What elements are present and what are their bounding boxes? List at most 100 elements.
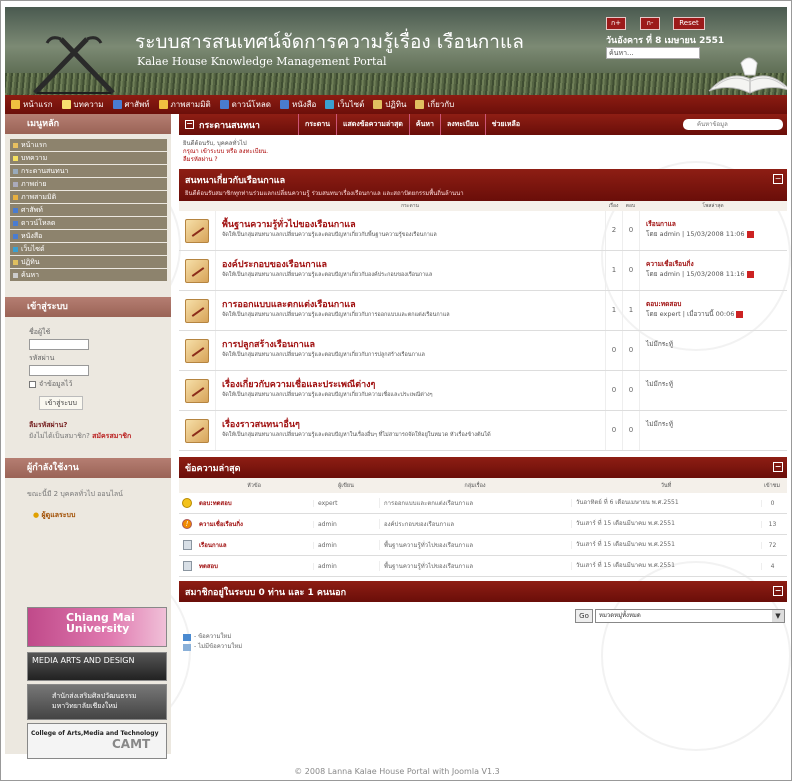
last-post-title[interactable]: ตอบ:ทดสอบ (646, 299, 787, 309)
menu-item-books[interactable]: หนังสือ (10, 230, 167, 242)
go-to-post-icon[interactable] (746, 230, 754, 238)
go-button[interactable]: Go (575, 609, 593, 623)
jump-selected: หมวดหมู่ทั้งหมด (599, 612, 641, 619)
site-title: ระบบสารสนเทศน์จัดการความรู้เรื่อง เรือนก… (135, 31, 524, 53)
globe-icon (325, 100, 335, 109)
board-title[interactable]: เรื่องราวสนทนาอื่นๆ (222, 417, 601, 431)
tab-latest[interactable]: แสดงข้อความล่าสุด (335, 114, 409, 135)
nav-item-home[interactable]: หน้าแรก (11, 98, 53, 111)
tab-help[interactable]: ช่วยเหลือ (484, 114, 526, 135)
board-title[interactable]: การออกแบบและตกแต่งเรือนกาแล (222, 297, 601, 311)
post-board[interactable]: การออกแบบและตกแต่งเรือนกาแล (379, 498, 571, 508)
banner-media-arts[interactable]: MEDIA ARTS AND DESIGN (27, 652, 167, 681)
login-button[interactable]: เข้าสู่ระบบ (39, 396, 83, 410)
board-title[interactable]: การปลูกสร้างเรือนกาแล (222, 337, 601, 351)
post-board[interactable]: องค์ประกอบของเรือนกาแล (379, 519, 571, 529)
last-post-by: โดย expert | เมื่อวานนี้ 00:06 (646, 310, 735, 318)
login-register-prompt[interactable]: กรุณา เข้าระบบ หรือ ลงทะเบียน. (183, 148, 787, 156)
collapse-icon[interactable]: − (773, 462, 783, 472)
post-date: วันอาทิตย์ ที่ 6 เดือนเมษายน พ.ศ.2551 (571, 499, 761, 507)
forum-search-input[interactable]: ค้นหาข้อมูล (683, 119, 783, 130)
online-user-label: ผู้ดูแลระบบ (41, 511, 76, 519)
forum-tabs: กระดาน แสดงข้อความล่าสุด ค้นหา ลงทะเบียน… (297, 114, 526, 135)
pencil-icon (158, 100, 168, 109)
latest-post-row: เรือนกาแล admin พื้นฐานความรู้ทั่วไปของเรื… (179, 535, 787, 556)
nav-item-websites[interactable]: เว็บไซต์ (325, 98, 364, 111)
tab-boards[interactable]: กระดาน (297, 114, 336, 135)
nav-item-calendar[interactable]: ปฏิทิน (373, 98, 406, 111)
board-title[interactable]: พื้นฐานความรู้ทั่วไปของเรือนกาแล (222, 217, 601, 231)
site-header: ระบบสารสนเทศน์จัดการความรู้เรื่อง เรือนก… (5, 7, 787, 95)
board-info: การออกแบบและตกแต่งเรือนกาแล จัดให้เป็นกลุ… (215, 291, 605, 330)
forgot-password-prompt[interactable]: ลืมรหัสผ่าน ? (183, 156, 787, 164)
banner-camt-college: College of Arts,Media and Technology (31, 730, 159, 737)
last-post-title[interactable]: ความเชื่อเรือนกิ่ง (646, 259, 787, 269)
board-last-post: ความเชื่อเรือนกิ่ง โดย admin | 15/03/2008… (639, 251, 787, 290)
col-topic: หัวข้อ (247, 482, 261, 489)
font-reset-button[interactable]: Reset (673, 17, 705, 30)
nav-item-about[interactable]: เกี่ยวกับ (415, 98, 454, 111)
tab-search[interactable]: ค้นหา (408, 114, 440, 135)
menu-item-3d-images[interactable]: ภาพสามมิติ (10, 191, 167, 203)
password-input[interactable] (29, 365, 89, 376)
menu-item-search[interactable]: ค้นหา (10, 269, 167, 281)
nav-item-download[interactable]: ดาวน์โหลด (219, 98, 271, 111)
nav-item-glossary[interactable]: ศาสัพท์ (112, 98, 150, 111)
go-to-post-icon[interactable] (736, 310, 744, 318)
tab-register[interactable]: ลงทะเบียน (439, 114, 485, 135)
col-board-name: กลุ่มเรื่อง (464, 482, 486, 489)
board-info: เรื่องราวสนทนาอื่นๆ จัดให้เป็นกลุ่มสนทนาแ… (215, 411, 605, 450)
remember-checkbox[interactable] (29, 381, 36, 388)
remember-me[interactable]: จำข้อมูลไว้ (29, 379, 171, 390)
board-list: พื้นฐานความรู้ทั่วไปของเรือนกาแลจัดให้เป… (179, 211, 787, 451)
menu-item-calendar[interactable]: ปฏิทิน (10, 256, 167, 268)
font-increase-button[interactable]: ก+ (606, 17, 626, 30)
board-last-post: ตอบ:ทดสอบ โดย expert | เมื่อวานนี้ 00:06 (639, 291, 787, 330)
online-admin[interactable]: ● ผู้ดูแลระบบ (5, 500, 171, 521)
post-board[interactable]: พื้นฐานความรู้ทั่วไปของเรือนกาแล (379, 540, 571, 550)
board-last-post: ไม่มีกระทู้ (639, 411, 787, 450)
banner-culture-office[interactable]: สำนักส่งเสริมศิลปวัฒนธรรม มหาวิทยาลัยเชี… (27, 684, 167, 720)
menu-item-home[interactable]: หน้าแรก (10, 139, 167, 151)
header-grass (5, 73, 787, 95)
menu-label: กระดานสนทนา (21, 167, 69, 175)
post-topic[interactable]: ทดสอบ (195, 561, 313, 571)
category-title[interactable]: สนทนาเกี่ยวกับเรือนกาแล (185, 173, 781, 187)
banner-camt[interactable]: College of Arts,Media and Technology CAM… (27, 723, 167, 759)
menu-item-articles[interactable]: บทความ (10, 152, 167, 164)
board-topic-count: 0 (605, 371, 622, 410)
main-menu: หน้าแรก บทความ กระดานสนทนา ภาพถ่าย ภาพสา… (5, 134, 171, 284)
register-link[interactable]: สมัครสมาชิก (92, 432, 131, 440)
online-heading: ผู้กำลังใช้งาน (5, 458, 171, 478)
board-info: องค์ประกอบของเรือนกาแล จัดให้เป็นกลุ่มสนท… (215, 251, 605, 290)
collapse-icon[interactable]: − (185, 120, 194, 129)
site-search-input[interactable]: ค้นหา... (606, 47, 700, 59)
nav-item-articles[interactable]: บทความ (61, 98, 104, 111)
nav-item-books[interactable]: หนังสือ (279, 98, 316, 111)
post-board[interactable]: พื้นฐานความรู้ทั่วไปของเรือนกาแล (379, 561, 571, 571)
latest-post-row: ทดสอบ admin พื้นฐานความรู้ทั่วไปของเรือนกา… (179, 556, 787, 577)
menu-item-download[interactable]: ดาวน์โหลด (10, 217, 167, 229)
menu-item-websites[interactable]: เว็บไซต์ (10, 243, 167, 255)
collapse-icon[interactable]: − (773, 586, 783, 596)
username-input[interactable] (29, 339, 89, 350)
menu-item-glossary[interactable]: ศาสัพท์ (10, 204, 167, 216)
post-icon-cell: ! (179, 519, 195, 529)
post-topic[interactable]: ตอบ:ทดสอบ (195, 498, 313, 508)
collapse-icon[interactable]: − (773, 174, 783, 184)
post-topic[interactable]: เรือนกาแล (195, 540, 313, 550)
board-title[interactable]: องค์ประกอบของเรือนกาแล (222, 257, 601, 271)
board-title[interactable]: เรื่องเกี่ยวกับความเชื่อและประเพณีต่างๆ (222, 377, 601, 391)
menu-item-forum[interactable]: กระดานสนทนา (10, 165, 167, 177)
menu-item-photos[interactable]: ภาพถ่าย (10, 178, 167, 190)
nav-item-3d-images[interactable]: ภาพสามมิติ (158, 98, 211, 111)
go-to-post-icon[interactable] (746, 270, 754, 278)
forgot-password-link[interactable]: ลืมรหัสผ่าน? (29, 420, 171, 431)
last-post-title[interactable]: เรือนกาแล (646, 219, 787, 229)
jump-to-select[interactable]: หมวดหมู่ทั้งหมด ▼ (595, 609, 785, 623)
board-description: จัดให้เป็นกลุ่มสนทนาแลกเปลี่ยนความรู้และ… (222, 392, 433, 398)
chevron-down-icon: ▼ (772, 610, 784, 622)
font-decrease-button[interactable]: ก- (640, 17, 660, 30)
banner-chiang-mai-university[interactable]: Chiang Mai University (27, 607, 167, 647)
post-topic[interactable]: ความเชื่อเรือนกิ่ง (195, 519, 313, 529)
